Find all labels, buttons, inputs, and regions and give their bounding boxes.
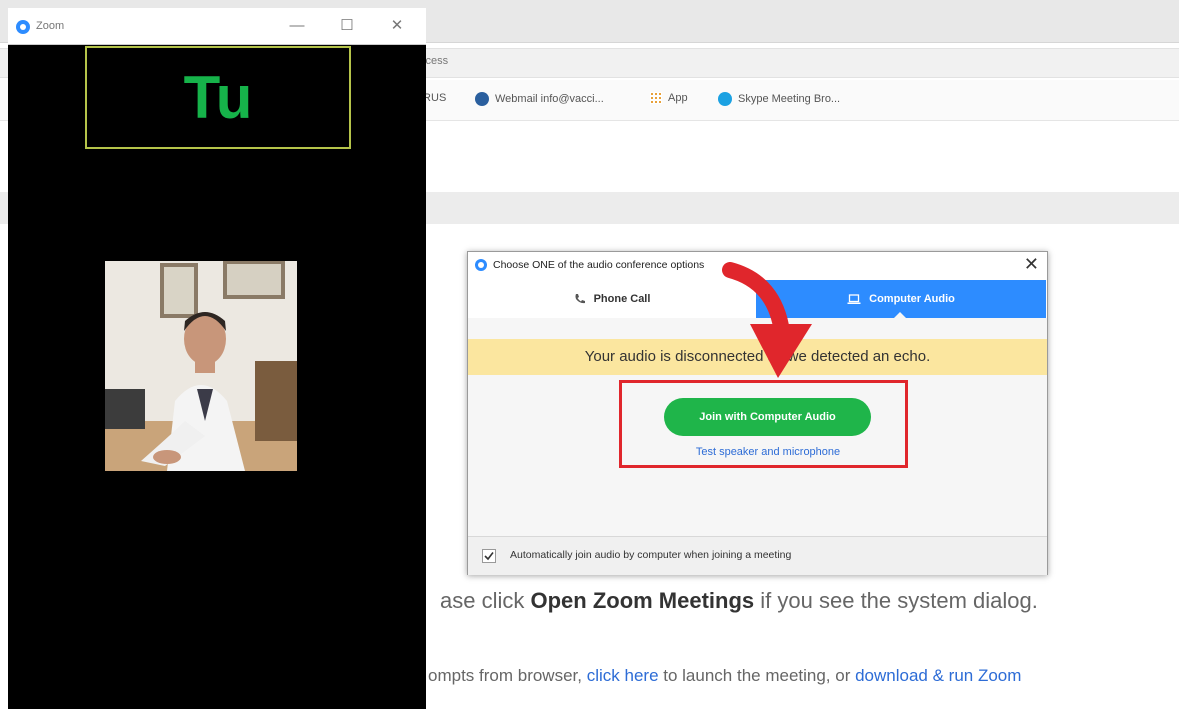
auto-join-checkbox[interactable] <box>482 549 496 563</box>
active-speaker-name: Tu <box>183 64 253 131</box>
phone-icon <box>575 294 585 304</box>
participant-video[interactable] <box>105 261 297 471</box>
bookmark-label: App <box>668 92 688 104</box>
tab-phone-call-label: Phone Call <box>593 293 651 305</box>
participant-video-image <box>105 261 297 471</box>
bookmark-app[interactable]: App <box>650 92 688 104</box>
bookmark-label: Skype Meeting Bro... <box>738 93 841 105</box>
tab-computer-audio-label: Computer Audio <box>869 293 955 305</box>
window-close-button[interactable]: ✕ <box>380 14 414 38</box>
zoom-video-window: Zoom — ☐ ✕ Tu <box>8 8 426 709</box>
webmail-icon <box>475 92 489 106</box>
maximize-button[interactable]: ☐ <box>330 14 364 38</box>
dialog-close-button[interactable]: ✕ <box>1024 254 1039 274</box>
download-zoom-link[interactable]: download & run Zoom <box>855 666 1021 685</box>
apps-grid-icon <box>650 92 662 104</box>
laptop-icon <box>847 293 861 304</box>
active-speaker-tile[interactable]: Tu <box>85 46 351 149</box>
skype-icon <box>718 92 732 106</box>
dialog-footer: Automatically join audio by computer whe… <box>468 536 1047 575</box>
zoom-window-title: Zoom <box>36 20 65 32</box>
zoom-title-bar: Zoom — ☐ ✕ <box>8 8 426 45</box>
click-here-link[interactable]: click here <box>587 666 659 685</box>
tab-phone-call[interactable]: Phone Call <box>468 280 756 318</box>
auto-join-label: Automatically join audio by computer whe… <box>510 549 792 561</box>
dialog-title: Choose ONE of the audio conference optio… <box>493 259 705 271</box>
minimize-button[interactable]: — <box>280 14 314 38</box>
red-highlight-box <box>619 380 908 468</box>
bookmark-webmail[interactable]: Webmail info@vacci... <box>475 92 604 106</box>
instruction-open-zoom: ase click Open Zoom Meetings if you see … <box>440 588 1038 613</box>
instruction-launch: ompts from browser, click here to launch… <box>428 666 1022 685</box>
zoom-logo-icon <box>16 20 30 34</box>
bookmark-skype[interactable]: Skype Meeting Bro... <box>718 92 840 106</box>
red-arrow-icon <box>722 262 812 378</box>
zoom-logo-icon <box>475 259 487 271</box>
bookmark-label: Webmail info@vacci... <box>495 93 604 105</box>
